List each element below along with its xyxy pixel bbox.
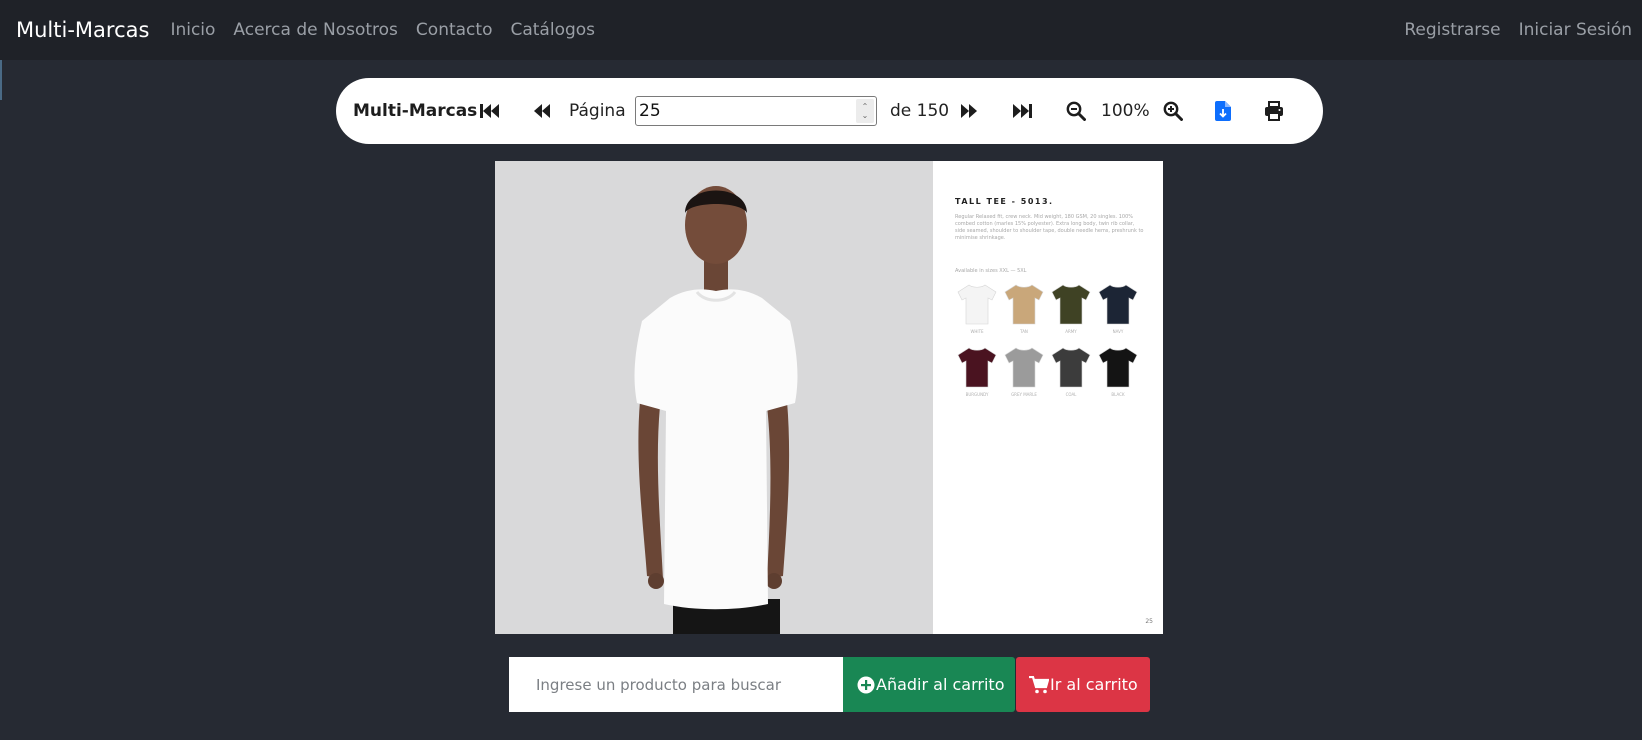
swatch-label: Tan	[1020, 329, 1028, 334]
catalog-page-number: 25	[1145, 618, 1153, 625]
catalog-page-view: TALL TEE - 5013. Regular Relaxed fit, cr…	[495, 161, 1163, 634]
side-accent-bar	[0, 60, 2, 100]
nav-link-catalogos[interactable]: Catálogos	[501, 20, 604, 40]
page-number-field[interactable]: ⌃ ⌄	[635, 96, 877, 126]
nav-link-contacto[interactable]: Contacto	[407, 20, 502, 40]
page-stepper[interactable]: ⌃ ⌄	[856, 99, 874, 123]
color-swatch: Grey Marle	[1002, 346, 1046, 398]
tshirt-icon	[1004, 284, 1044, 325]
product-search-input[interactable]	[509, 657, 843, 712]
tshirt-icon	[957, 347, 997, 388]
product-title: TALL TEE - 5013.	[955, 197, 1054, 206]
add-to-cart-button[interactable]: Añadir al carrito	[843, 657, 1015, 712]
cart-icon	[1029, 675, 1049, 693]
page-number-input[interactable]	[636, 98, 846, 124]
download-icon[interactable]	[1210, 98, 1236, 124]
tshirt-icon	[1051, 284, 1091, 325]
nav-link-acerca[interactable]: Acerca de Nosotros	[224, 20, 407, 40]
color-swatch: Army	[1049, 283, 1093, 335]
zoom-out-icon[interactable]	[1063, 98, 1089, 124]
go-to-cart-button[interactable]: Ir al carrito	[1016, 657, 1150, 712]
top-navbar: Multi-Marcas Inicio Acerca de Nosotros C…	[0, 0, 1642, 60]
go-to-cart-label: Ir al carrito	[1050, 675, 1138, 694]
first-page-icon[interactable]	[477, 98, 503, 124]
brand-logo[interactable]: Multi-Marcas	[16, 18, 149, 42]
nav-link-inicio[interactable]: Inicio	[161, 20, 224, 40]
tshirt-icon	[1098, 284, 1138, 325]
previous-page-icon[interactable]	[529, 98, 555, 124]
tshirt-icon	[957, 284, 997, 325]
swatch-label: Army	[1065, 329, 1077, 334]
toolbar-title: Multi-Marcas	[353, 101, 478, 121]
product-sizes: Available in sizes XXL — 5XL	[955, 268, 1027, 274]
add-to-cart-label: Añadir al carrito	[876, 675, 1005, 694]
next-page-icon[interactable]	[956, 98, 982, 124]
swatch-label: Coal	[1065, 392, 1077, 397]
swatch-label: White	[970, 329, 984, 334]
product-description: Regular Relaxed fit, crew neck. Mid weig…	[955, 214, 1144, 241]
page-label: Página	[569, 101, 626, 121]
zoom-in-icon[interactable]	[1160, 98, 1186, 124]
page-total: de 150	[890, 101, 950, 121]
tshirt-icon	[1004, 347, 1044, 388]
tshirt-icon	[1051, 347, 1091, 388]
color-swatch: Tan	[1002, 283, 1046, 335]
swatch-label: Burgundy	[965, 392, 989, 397]
color-swatch: Navy	[1096, 283, 1140, 335]
color-swatch: Black	[1096, 346, 1140, 398]
login-link[interactable]: Iniciar Sesión	[1510, 20, 1641, 40]
tshirt-icon	[1098, 347, 1138, 388]
product-photo	[495, 161, 933, 634]
stepper-down-icon[interactable]: ⌄	[862, 111, 869, 120]
nav-links: Inicio Acerca de Nosotros Contacto Catál…	[161, 20, 604, 40]
nav-auth-links: Registrarse Iniciar Sesión	[1395, 20, 1641, 40]
stepper-up-icon[interactable]: ⌃	[862, 102, 869, 111]
color-swatch: White	[955, 283, 999, 335]
plus-circle-icon	[857, 676, 875, 693]
last-page-icon[interactable]	[1009, 98, 1035, 124]
pdf-toolbar: Multi-Marcas Página ⌃ ⌄ de 150 100%	[336, 78, 1323, 144]
swatch-label: Black	[1111, 392, 1125, 397]
register-link[interactable]: Registrarse	[1395, 20, 1509, 40]
zoom-level: 100%	[1101, 101, 1150, 121]
color-swatch: Burgundy	[955, 346, 999, 398]
swatch-label: Navy	[1112, 329, 1124, 334]
swatch-label: Grey Marle	[1011, 392, 1037, 397]
color-swatch: Coal	[1049, 346, 1093, 398]
product-info-panel: TALL TEE - 5013. Regular Relaxed fit, cr…	[933, 161, 1163, 634]
print-icon[interactable]	[1261, 98, 1287, 124]
model-photo-illustration	[495, 161, 933, 634]
